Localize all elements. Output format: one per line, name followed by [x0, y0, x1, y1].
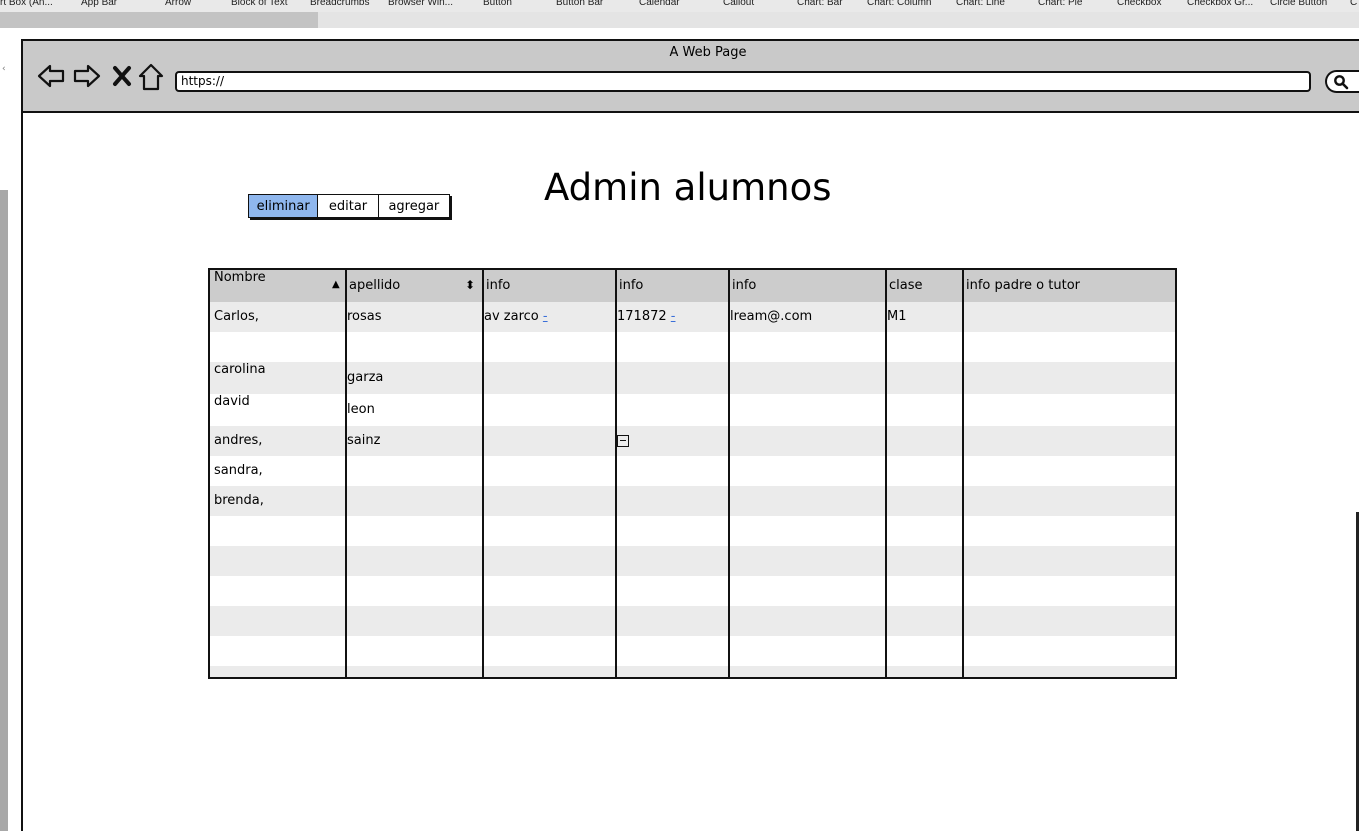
table-row[interactable] — [210, 606, 1175, 636]
cell-info-3[interactable]: lream@.com — [730, 309, 812, 324]
cell-apellido[interactable]: sainz — [347, 433, 380, 448]
cell-nombre[interactable]: carolina — [214, 362, 266, 377]
browser-search-box[interactable] — [1325, 70, 1359, 93]
url-input[interactable]: https:// — [175, 71, 1311, 92]
table-row[interactable] — [210, 456, 1175, 486]
column-divider[interactable] — [885, 270, 887, 677]
edit-button[interactable]: editar — [318, 195, 379, 217]
vertical-scrollbar[interactable] — [0, 190, 8, 831]
cell-nombre[interactable]: andres, — [214, 433, 262, 448]
column-divider[interactable] — [728, 270, 730, 677]
library-item[interactable]: Block of Text — [231, 0, 288, 8]
library-item[interactable]: Chart: Pie — [1038, 0, 1082, 8]
browser-chrome: A Web Page https:// — [23, 41, 1359, 113]
cell-apellido[interactable]: rosas — [347, 309, 382, 324]
add-button[interactable]: agregar — [379, 195, 449, 217]
link-marker[interactable]: - — [543, 309, 548, 324]
library-item[interactable]: Button — [483, 0, 512, 8]
cell-apellido[interactable]: garza — [347, 370, 383, 385]
cell-info-2[interactable]: 171872 - — [617, 309, 675, 324]
link-marker[interactable]: - — [671, 309, 676, 324]
column-divider[interactable] — [615, 270, 617, 677]
table-row[interactable] — [210, 636, 1175, 666]
home-icon[interactable] — [138, 63, 164, 91]
stop-x-icon[interactable] — [112, 65, 132, 87]
library-item[interactable]: Breadcrumbs — [310, 0, 369, 8]
sort-both-icon[interactable]: ⬍ — [465, 278, 475, 292]
button-bar: eliminar editar agregar — [248, 194, 450, 218]
library-item[interactable]: Checkbox Gr... — [1187, 0, 1253, 8]
table-row[interactable] — [210, 546, 1175, 576]
component-library-strip: rt Box (An... App Bar Arrow Block of Tex… — [0, 0, 1359, 28]
column-divider[interactable] — [345, 270, 347, 677]
library-item[interactable]: Chart: Line — [956, 0, 1005, 8]
column-divider[interactable] — [962, 270, 964, 677]
library-item[interactable]: Circle Button — [1270, 0, 1327, 8]
cell-apellido[interactable]: leon — [347, 402, 375, 417]
table-row[interactable] — [210, 486, 1175, 516]
library-item[interactable]: App Bar — [81, 0, 117, 8]
collapse-minus-icon[interactable] — [617, 435, 629, 451]
library-item[interactable]: Chart: Column — [867, 0, 931, 8]
students-data-grid: Nombre ▲ apellido ⬍ info info info clase… — [208, 268, 1177, 679]
page-title: Admin alumnos — [544, 166, 832, 209]
library-item[interactable]: Checkbox — [1117, 0, 1161, 8]
chevron-left-icon[interactable]: ‹ — [2, 64, 6, 74]
column-header-info-3[interactable]: info — [730, 270, 886, 302]
cell-nombre[interactable]: sandra, — [214, 463, 263, 478]
table-row[interactable] — [210, 516, 1175, 546]
url-text: https:// — [181, 74, 225, 88]
library-item[interactable]: Calendar — [639, 0, 680, 8]
library-item[interactable]: rt Box (An... — [0, 0, 53, 8]
search-icon — [1333, 74, 1349, 94]
library-item[interactable]: C — [1350, 0, 1357, 8]
library-scrollbar-thumb[interactable] — [0, 12, 318, 28]
cell-info-1[interactable]: av zarco - — [484, 309, 548, 324]
browser-title: A Web Page — [669, 45, 747, 60]
library-item[interactable]: Callout — [723, 0, 754, 8]
cell-nombre[interactable]: brenda, — [214, 493, 264, 508]
cell-nombre[interactable]: Carlos, — [214, 309, 259, 324]
table-row[interactable] — [210, 666, 1175, 677]
column-header-info-1[interactable]: info — [484, 270, 616, 302]
table-row[interactable] — [210, 576, 1175, 606]
table-row[interactable] — [210, 332, 1175, 362]
sort-ascending-icon[interactable]: ▲ — [332, 279, 340, 290]
library-item[interactable]: Chart: Bar — [797, 0, 843, 8]
column-header-tutor[interactable]: info padre o tutor — [964, 270, 1174, 302]
column-header-apellido[interactable]: apellido ⬍ — [347, 270, 483, 302]
column-header-clase[interactable]: clase — [887, 270, 963, 302]
column-header-info-2[interactable]: info — [617, 270, 729, 302]
library-item[interactable]: Button Bar — [556, 0, 603, 8]
cell-nombre[interactable]: david — [214, 394, 250, 409]
library-item[interactable]: Browser Win... — [388, 0, 453, 8]
column-header-nombre[interactable]: Nombre ▲ — [212, 270, 346, 302]
column-divider[interactable] — [482, 270, 484, 677]
cell-clase[interactable]: M1 — [887, 309, 907, 324]
grid-header-row: Nombre ▲ apellido ⬍ info info info clase… — [210, 270, 1175, 302]
back-arrow-icon[interactable] — [37, 63, 65, 89]
delete-button[interactable]: eliminar — [249, 195, 319, 217]
forward-arrow-icon[interactable] — [73, 63, 101, 89]
library-item[interactable]: Arrow — [165, 0, 191, 8]
